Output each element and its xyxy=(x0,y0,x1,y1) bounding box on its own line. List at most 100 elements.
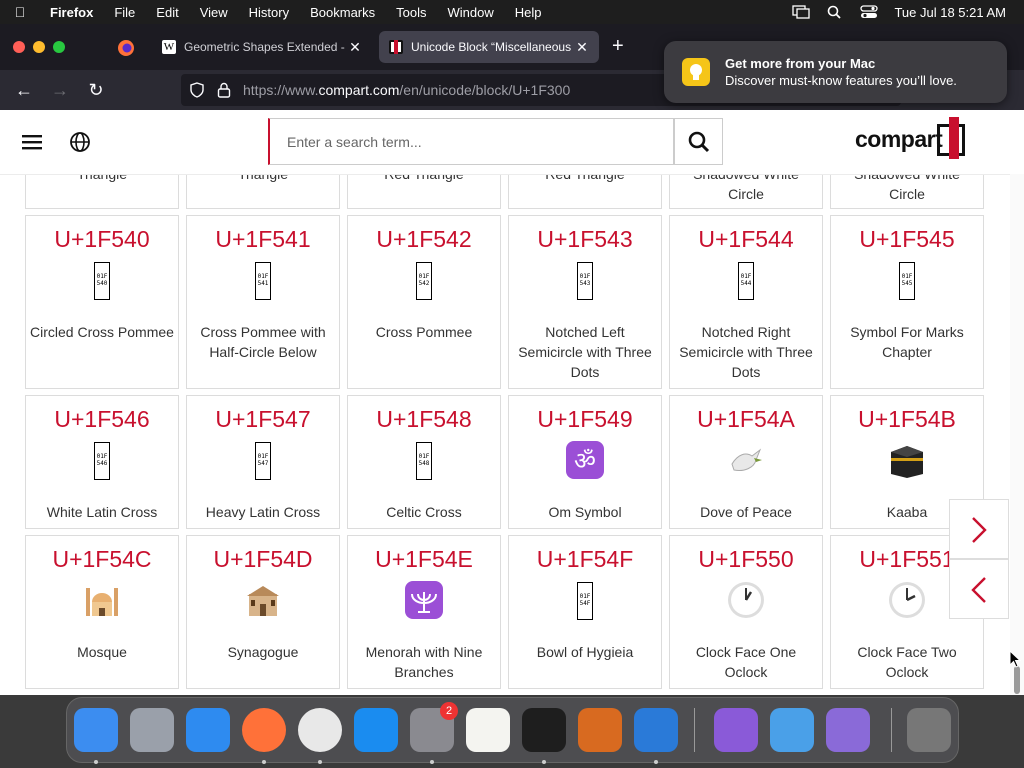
menu-help[interactable]: Help xyxy=(505,5,553,20)
url-text[interactable]: https://www.compart.com/en/unicode/block… xyxy=(243,82,570,98)
missing-glyph-hex-top: 01F xyxy=(96,453,108,460)
zoom-window-button[interactable] xyxy=(53,41,65,53)
running-indicator xyxy=(654,760,658,764)
previous-page-button[interactable] xyxy=(949,559,1009,619)
character-name: Circled Cross Pommee xyxy=(30,324,174,340)
tab-geometric-shapes[interactable]: W Geometric Shapes Extended - W ✕ xyxy=(152,31,372,63)
menu-tools[interactable]: Tools xyxy=(386,5,437,20)
forward-arrow-icon[interactable]: → xyxy=(48,78,72,102)
terminal-icon[interactable] xyxy=(522,708,566,752)
garageband-icon[interactable] xyxy=(578,708,622,752)
code-point-link[interactable]: U+1F549 xyxy=(509,406,661,433)
close-window-button[interactable] xyxy=(13,41,25,53)
character-cell[interactable]: U+1F548 01F 548 Celtic Cross xyxy=(347,395,501,529)
code-point-link[interactable]: U+1F545 xyxy=(831,226,983,253)
menu-edit[interactable]: Edit xyxy=(146,5,189,20)
code-point-link[interactable]: U+1F547 xyxy=(187,406,339,433)
vscode-icon[interactable] xyxy=(634,708,678,752)
notification-body: Discover must-know features you’ll love. xyxy=(725,73,957,88)
notification-badge: 2 xyxy=(440,702,458,720)
character-cell[interactable]: U+1F542 01F 542 Cross Pommee xyxy=(347,215,501,389)
menu-window[interactable]: Window xyxy=(438,5,505,20)
menu-clock[interactable]: Tue Jul 18 5:21 AM xyxy=(894,5,1006,20)
code-point-link[interactable]: U+1F550 xyxy=(670,546,822,573)
page-scrollbar[interactable] xyxy=(1010,174,1024,695)
app-store-icon[interactable] xyxy=(354,708,398,752)
code-point-link[interactable]: U+1F54D xyxy=(187,546,339,573)
missing-glyph-box: 01F 54F xyxy=(577,582,593,620)
character-cell[interactable]: U+1F54A Dove of Peace xyxy=(669,395,823,529)
code-point-link[interactable]: U+1F542 xyxy=(348,226,500,253)
character-cell[interactable]: U+1F541 01F 541 Cross Pommee with Half-Circ… xyxy=(186,215,340,389)
chrome-icon[interactable] xyxy=(298,708,342,752)
code-point-link[interactable]: U+1F54C xyxy=(26,546,178,573)
reload-icon[interactable]: ↻ xyxy=(84,78,108,102)
code-point-link[interactable]: U+1F54E xyxy=(348,546,500,573)
close-tab-icon[interactable]: ✕ xyxy=(348,39,362,56)
code-point-link[interactable]: U+1F54B xyxy=(831,406,983,433)
character-cell[interactable]: U+1F550 Clock Face One Oclock xyxy=(669,535,823,689)
globe-icon[interactable] xyxy=(69,131,91,153)
visual-studio-icon[interactable] xyxy=(714,708,758,752)
character-cell[interactable]: U+1F54D Synagogue xyxy=(186,535,340,689)
site-header: Enter a search term... compart xyxy=(0,110,1010,175)
safari-icon[interactable] xyxy=(186,708,230,752)
tips-lightbulb-icon xyxy=(682,58,710,86)
shield-icon[interactable] xyxy=(189,82,205,98)
firefox-view-icon[interactable] xyxy=(117,39,135,57)
apple-icon[interactable]:  xyxy=(0,4,40,20)
character-cell[interactable]: U+1F543 01F 543 Notched Left Semicircle wit… xyxy=(508,215,662,389)
character-cell[interactable]: U+1F544 01F 544 Notched Right Semicircle wi… xyxy=(669,215,823,389)
character-cell[interactable]: U+1F540 01F 540 Circled Cross Pommee xyxy=(25,215,179,389)
simulator-icon[interactable] xyxy=(826,708,870,752)
menu-history[interactable]: History xyxy=(239,5,300,20)
firefox-icon[interactable] xyxy=(242,708,286,752)
code-point-link[interactable]: U+1F540 xyxy=(26,226,178,253)
wikipedia-favicon-icon: W xyxy=(162,40,176,54)
screen-mirroring-icon[interactable] xyxy=(792,5,811,19)
close-tab-icon[interactable]: ✕ xyxy=(575,39,589,56)
character-cell[interactable]: U+1F54C Mosque xyxy=(25,535,179,689)
tab-label: Geometric Shapes Extended - W xyxy=(184,40,348,54)
character-cell[interactable]: U+1F54E Menorah with Nine Branches xyxy=(347,535,501,689)
compart-logo[interactable]: compart xyxy=(855,126,943,153)
code-point-link[interactable]: U+1F54A xyxy=(670,406,822,433)
launchpad-icon[interactable] xyxy=(130,708,174,752)
menu-app-name[interactable]: Firefox xyxy=(40,5,104,20)
search-input[interactable]: Enter a search term... xyxy=(268,118,674,165)
lock-icon[interactable] xyxy=(217,82,231,98)
missing-glyph-hex-bottom: 543 xyxy=(579,280,591,287)
search-button[interactable] xyxy=(674,118,723,165)
back-arrow-icon[interactable]: ← xyxy=(12,78,36,102)
code-point-link[interactable]: U+1F546 xyxy=(26,406,178,433)
code-point-link[interactable]: U+1F548 xyxy=(348,406,500,433)
menu-file[interactable]: File xyxy=(104,5,146,20)
tab-unicode-block[interactable]: Unicode Block “Miscellaneous S ✕ xyxy=(379,31,599,63)
control-center-icon[interactable] xyxy=(860,5,879,19)
weather-icon[interactable] xyxy=(770,708,814,752)
character-cell[interactable]: U+1F547 01F 547 Heavy Latin Cross xyxy=(186,395,340,529)
trash-icon[interactable] xyxy=(907,708,951,752)
character-name: Cross Pommee xyxy=(375,324,473,340)
character-cell[interactable]: U+1F545 01F 545 Symbol For Marks Chapter xyxy=(830,215,984,389)
character-cell[interactable]: U+1F549 ॐ Om Symbol xyxy=(508,395,662,529)
menu-bookmarks[interactable]: Bookmarks xyxy=(300,5,386,20)
character-cell[interactable]: U+1F54F 01F 54F Bowl of Hygieia xyxy=(508,535,662,689)
code-point-link[interactable]: U+1F543 xyxy=(509,226,661,253)
minimize-window-button[interactable] xyxy=(33,41,45,53)
notification-banner[interactable]: Get more from your Mac Discover must-kno… xyxy=(664,41,1007,103)
code-point-link[interactable]: U+1F541 xyxy=(187,226,339,253)
menu-view[interactable]: View xyxy=(190,5,239,20)
textedit-icon[interactable] xyxy=(466,708,510,752)
code-point-link[interactable]: U+1F544 xyxy=(670,226,822,253)
hamburger-menu-icon[interactable] xyxy=(22,132,42,152)
finder-icon[interactable] xyxy=(74,708,118,752)
next-page-button[interactable] xyxy=(949,499,1009,559)
missing-glyph-hex-top: 01F xyxy=(257,453,269,460)
character-name: Notched Right Semicircle with Three Dots xyxy=(679,324,813,380)
code-point-link[interactable]: U+1F54F xyxy=(509,546,661,573)
scrollbar-thumb[interactable] xyxy=(1014,666,1020,694)
spotlight-search-icon[interactable] xyxy=(826,5,844,19)
new-tab-plus-icon[interactable]: + xyxy=(612,35,624,58)
character-cell[interactable]: U+1F546 01F 546 White Latin Cross xyxy=(25,395,179,529)
